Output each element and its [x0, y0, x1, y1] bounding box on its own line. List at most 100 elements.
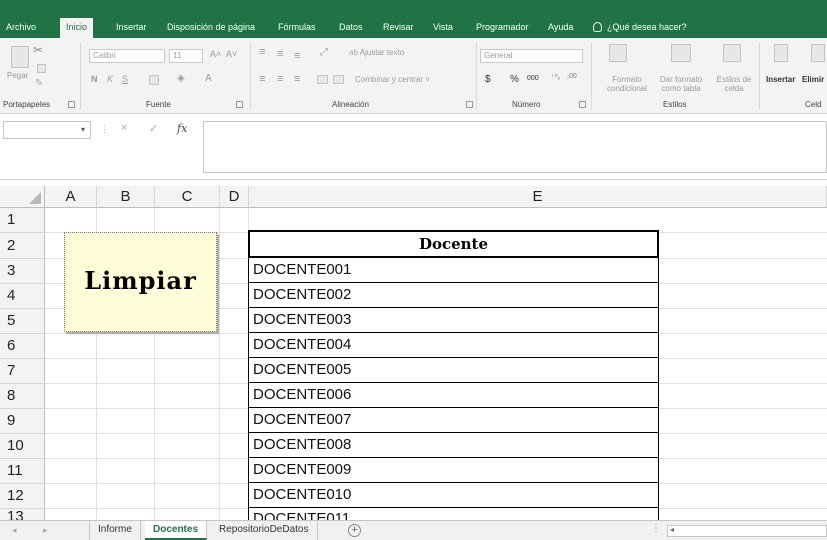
format-table-icon[interactable]	[671, 44, 691, 62]
tab-ayuda[interactable]: Ayuda	[548, 20, 573, 38]
splitter-handle-icon[interactable]: ⋮	[651, 523, 661, 534]
orientation-icon[interactable]: ⤢	[320, 47, 328, 58]
docente-cell[interactable]: DOCENTE008	[248, 433, 659, 458]
tab-insertar[interactable]: Insertar	[116, 20, 147, 38]
docente-header-cell[interactable]: Docente	[248, 230, 659, 258]
docente-cell[interactable]: DOCENTE003	[248, 308, 659, 333]
tab-formulas[interactable]: Fórmulas	[278, 20, 316, 38]
tab-programador[interactable]: Programador	[476, 20, 529, 38]
shrink-font-icon[interactable]: A˅	[226, 49, 237, 59]
docente-cell[interactable]: DOCENTE002	[248, 283, 659, 308]
underline-button[interactable]: S	[122, 74, 128, 84]
align-left-icon[interactable]: ≡	[259, 73, 265, 85]
number-launcher-icon[interactable]	[579, 101, 586, 108]
name-box[interactable]: ▾	[3, 121, 91, 139]
docente-cell[interactable]: DOCENTE006	[248, 383, 659, 408]
docente-cell[interactable]: DOCENTE009	[248, 458, 659, 483]
row-header-7[interactable]: 7	[0, 359, 45, 384]
grow-font-icon[interactable]: A˄	[210, 49, 221, 59]
delete-cells-button[interactable]: Elimir	[802, 75, 824, 84]
sheet-tab-informe[interactable]: Informe	[89, 521, 141, 540]
wrap-text-button[interactable]: ab Ajustar texto	[349, 48, 404, 57]
tab-disposicion[interactable]: Disposición de página	[167, 20, 255, 38]
docente-cell[interactable]: DOCENTE005	[248, 358, 659, 383]
delete-cells-icon[interactable]	[811, 44, 825, 62]
increase-indent-icon[interactable]	[333, 75, 344, 84]
select-all-button[interactable]	[0, 186, 45, 208]
tab-archivo[interactable]: Archivo	[6, 20, 36, 38]
enter-icon[interactable]: ✓	[149, 122, 158, 135]
number-format-select[interactable]: General	[480, 49, 583, 63]
thousands-button[interactable]: 000	[527, 75, 539, 82]
percent-button[interactable]: %	[510, 74, 519, 85]
row-header-6[interactable]: 6	[0, 334, 45, 359]
conditional-format-icon[interactable]	[609, 44, 627, 62]
sheet-tab-docentes[interactable]: Docentes	[145, 521, 208, 540]
cancel-icon[interactable]: ×	[121, 122, 127, 134]
row-header-1[interactable]: 1	[0, 208, 45, 233]
increase-decimal-button[interactable]: ⁺⁰₀	[551, 73, 560, 81]
borders-icon[interactable]	[149, 75, 159, 85]
cell-styles-icon[interactable]	[723, 44, 741, 62]
align-bottom-icon[interactable]: ≡	[294, 50, 300, 62]
align-center-icon[interactable]: ≡	[277, 73, 283, 85]
cut-icon[interactable]: ✂	[33, 43, 43, 57]
column-header-e[interactable]: E	[249, 186, 827, 208]
sheet-next-icon[interactable]: ▸	[43, 525, 48, 536]
row-header-4[interactable]: 4	[0, 284, 45, 309]
align-top-icon[interactable]: ≡	[259, 46, 265, 58]
sheet-prev-icon[interactable]: ◂	[12, 525, 17, 536]
insert-cells-button[interactable]: Insertar	[766, 75, 795, 84]
docente-cell[interactable]: DOCENTE010	[248, 483, 659, 508]
add-sheet-icon[interactable]: +	[348, 524, 361, 537]
font-color-icon[interactable]: A	[205, 73, 212, 84]
row-header-2[interactable]: 2	[0, 233, 45, 259]
font-size-select[interactable]: 11	[169, 49, 203, 63]
format-table-button[interactable]: Dar formato como tabla	[655, 75, 707, 93]
decrease-indent-icon[interactable]	[317, 75, 328, 84]
row-header-12[interactable]: 12	[0, 484, 45, 509]
sheet-tab-repositorio[interactable]: RepositorioDeDatos	[211, 521, 318, 540]
tab-inicio[interactable]: Inicio	[60, 18, 94, 38]
chevron-down-icon[interactable]: ▾	[81, 125, 85, 134]
limpiar-button[interactable]: Limpiar	[64, 232, 217, 332]
currency-button[interactable]: $	[485, 74, 491, 85]
column-header-c[interactable]: C	[155, 186, 220, 208]
formula-input[interactable]	[203, 121, 827, 173]
paste-icon[interactable]	[11, 46, 29, 68]
decrease-decimal-button[interactable]: ,00	[567, 73, 577, 80]
docente-cell[interactable]: DOCENTE011	[248, 508, 659, 520]
worksheet-grid[interactable]: A B C D E 1 2 3 4 5 6 7 8 9 10 11 12 13	[0, 180, 827, 520]
alignment-launcher-icon[interactable]	[466, 101, 473, 108]
docente-cell[interactable]: DOCENTE004	[248, 333, 659, 358]
column-header-d[interactable]: D	[220, 186, 249, 208]
row-header-10[interactable]: 10	[0, 434, 45, 459]
copy-icon[interactable]	[37, 64, 46, 73]
insert-function-button[interactable]: fx	[177, 122, 187, 135]
conditional-format-button[interactable]: Formato condicional	[598, 75, 656, 93]
cell-styles-button[interactable]: Estilos de celda	[713, 75, 755, 93]
row-header-9[interactable]: 9	[0, 409, 45, 434]
row-header-5[interactable]: 5	[0, 309, 45, 334]
align-right-icon[interactable]: ≡	[294, 73, 300, 85]
row-header-3[interactable]: 3	[0, 259, 45, 284]
italic-button[interactable]: K	[107, 74, 113, 84]
fill-color-icon[interactable]: ◈	[177, 73, 185, 84]
row-header-8[interactable]: 8	[0, 384, 45, 409]
align-middle-icon[interactable]: ≡	[277, 48, 283, 60]
row-header-13[interactable]: 13	[0, 509, 45, 520]
column-header-a[interactable]: A	[45, 186, 97, 208]
docente-cell[interactable]: DOCENTE007	[248, 408, 659, 433]
horizontal-scrollbar[interactable]: ◂	[667, 525, 827, 537]
insert-cells-icon[interactable]	[774, 44, 788, 62]
format-painter-icon[interactable]: ✎	[35, 78, 43, 89]
scroll-left-icon[interactable]: ◂	[670, 525, 674, 534]
font-launcher-icon[interactable]	[236, 101, 243, 108]
tab-revisar[interactable]: Revisar	[383, 20, 414, 38]
bold-button[interactable]: N	[91, 74, 98, 84]
row-header-11[interactable]: 11	[0, 459, 45, 484]
tab-datos[interactable]: Datos	[339, 20, 363, 38]
tell-me-search[interactable]: ¿Qué desea hacer?	[593, 20, 687, 34]
paste-label[interactable]: Pegar	[7, 71, 28, 80]
merge-center-button[interactable]: Combinar y centrar ˅	[355, 75, 430, 84]
